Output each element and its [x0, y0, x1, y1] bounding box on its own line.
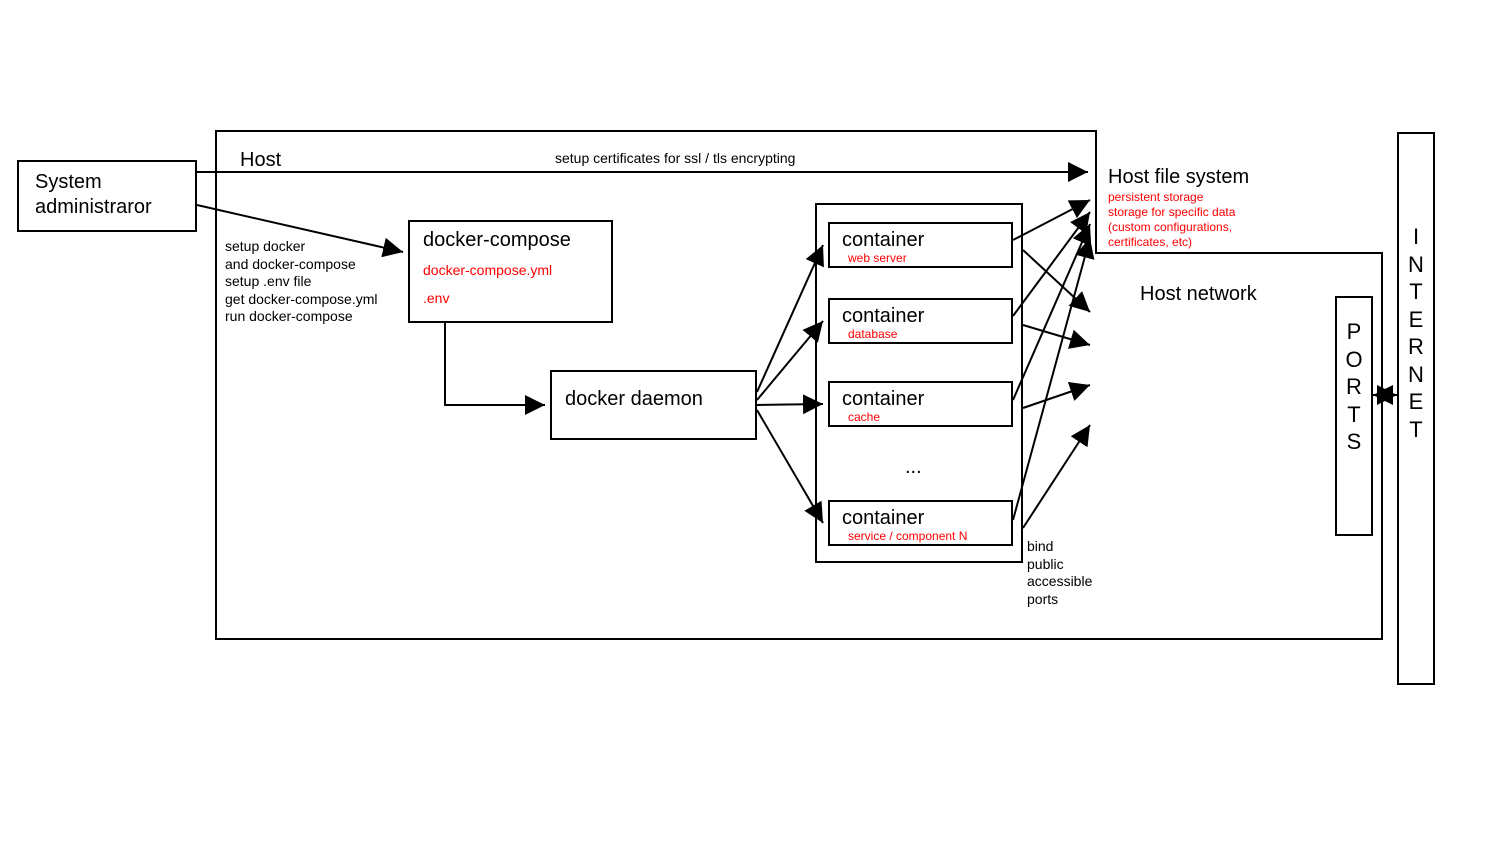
diagram-canvas: Host Host file system persistent storage…: [0, 0, 1492, 851]
arrows-layer: [0, 0, 1492, 851]
